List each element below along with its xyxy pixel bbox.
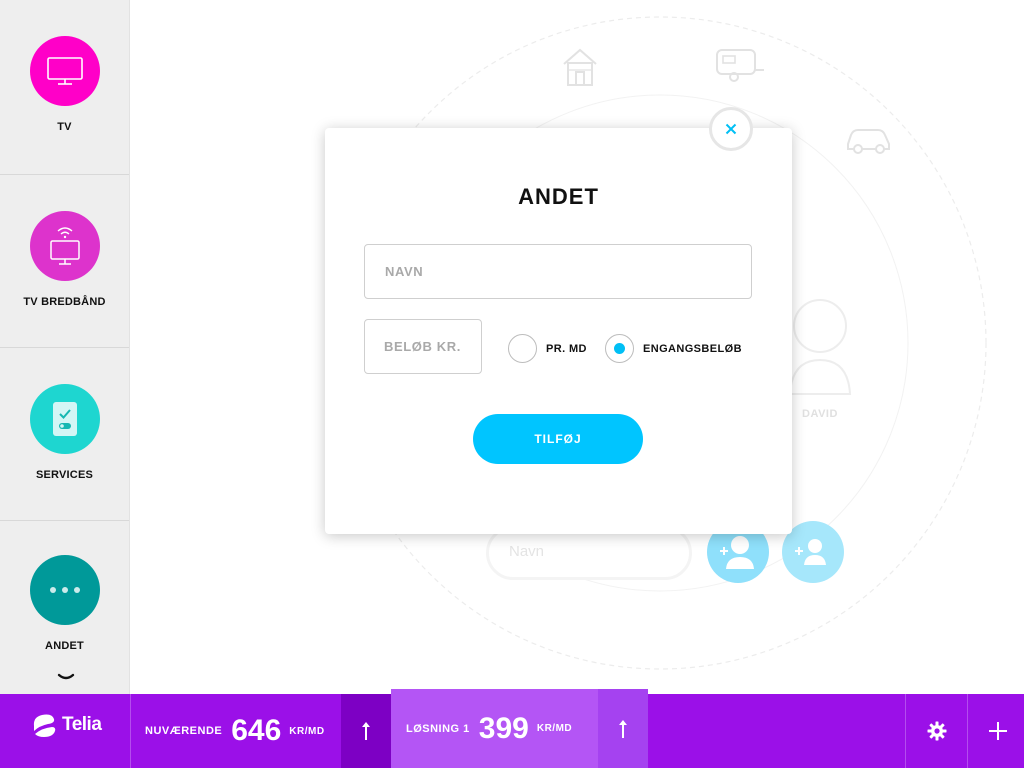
sidebar-item-services[interactable]: SERVICES [0, 384, 129, 481]
current-value: 646 [231, 714, 282, 747]
person-avatar-icon [788, 299, 852, 395]
telia-pebble-icon [33, 714, 56, 737]
add-other-dialog: ANDET PR. MD ENGANGSBELØB TILFØJ [325, 128, 792, 534]
divider [967, 694, 968, 768]
add-button[interactable]: TILFØJ [473, 414, 643, 464]
add-button-bottom[interactable] [970, 694, 1024, 768]
solution-unit: KR/MD [536, 723, 573, 734]
bottom-bar: Telia NUVÆRENDE 646 KR/MD LØSNING 1 399 … [0, 689, 1024, 768]
sidebar-item-tv-bredband[interactable]: TV BREDBÅND [0, 211, 129, 308]
current-expand-button[interactable] [341, 694, 391, 768]
radio-once-option[interactable]: ENGANGSBELØB [605, 334, 742, 363]
close-icon [725, 123, 737, 135]
radio-monthly-option[interactable]: PR. MD [508, 334, 587, 363]
house-icon [563, 48, 597, 86]
solution-panel[interactable]: LØSNING 1 399 KR/MD [391, 689, 648, 768]
dialog-title: ANDET [518, 184, 599, 209]
sidebar-item-tv[interactable]: TV [0, 36, 129, 133]
telia-logo: Telia [30, 711, 102, 739]
radio-once-label: ENGANGSBELØB [643, 342, 742, 355]
divider [0, 520, 129, 521]
new-person-name-input[interactable]: Navn [486, 526, 692, 580]
sidebar-item-label: TV [57, 121, 72, 133]
current-price: NUVÆRENDE 646 KR/MD [145, 694, 325, 768]
divider [0, 347, 129, 348]
sidebar-item-label: ANDET [45, 640, 84, 652]
phone-check-icon [29, 384, 100, 454]
more-icon [29, 555, 100, 625]
solution-value: 399 [478, 711, 529, 745]
arrow-up-icon [619, 719, 627, 738]
divider [905, 694, 906, 768]
chevron-down-icon[interactable] [56, 672, 76, 684]
sidebar-item-label: TV BREDBÅND [23, 296, 106, 308]
solution-price: LØSNING 1 399 KR/MD [406, 689, 572, 768]
gear-icon [927, 721, 947, 741]
plus-icon [989, 722, 1007, 740]
solution-label: LØSNING 1 [406, 722, 470, 735]
arrow-up-icon [362, 722, 370, 740]
sidebar-item-andet[interactable]: ANDET [0, 555, 129, 652]
wifi-tv-icon [29, 211, 100, 281]
sidebar: TV TV BREDBÅND SERVICES ANDET [0, 0, 130, 694]
radio-monthly-label: PR. MD [546, 342, 587, 355]
divider [130, 694, 131, 768]
radio-monthly[interactable] [508, 334, 537, 363]
current-unit: KR/MD [289, 725, 325, 737]
amount-input[interactable] [364, 319, 482, 374]
sidebar-item-label: SERVICES [35, 469, 94, 481]
person-name: DAVID [802, 408, 838, 420]
tv-icon [29, 36, 100, 106]
brand-name: Telia [62, 714, 102, 735]
divider [0, 174, 129, 175]
caravan-icon [716, 49, 764, 82]
radio-once[interactable] [605, 334, 634, 363]
name-input[interactable] [364, 244, 752, 299]
car-icon [847, 129, 890, 154]
settings-button[interactable] [909, 694, 965, 768]
close-dialog-button[interactable] [709, 107, 753, 151]
current-label: NUVÆRENDE [145, 725, 223, 737]
solution-expand-button[interactable] [598, 689, 648, 768]
